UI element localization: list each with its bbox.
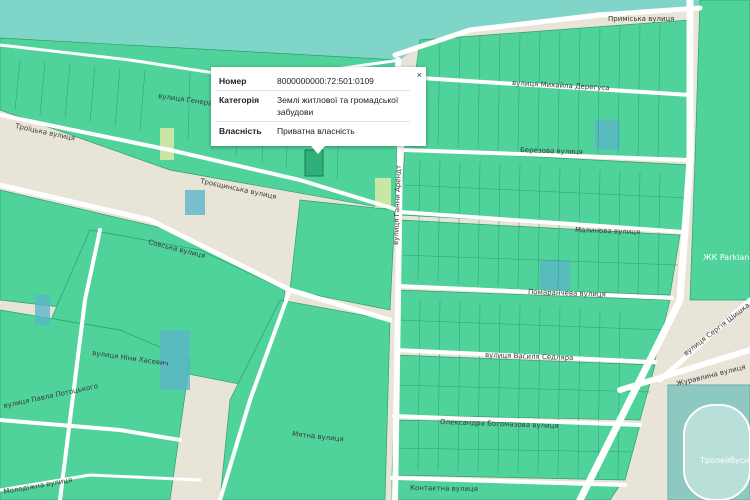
trolleybus-depot	[667, 384, 750, 500]
row-label: Номер	[219, 76, 247, 86]
parcel-info-table: Номер 8000000000:72:501:0109 Категорія З…	[215, 72, 410, 140]
row-value: Приватна власність	[273, 121, 410, 140]
poi-label: Тролейбусне депо №...	[699, 456, 750, 465]
table-row: Категорія Землі житлової та громадської …	[215, 90, 410, 122]
street-label: Приміська вулиця	[608, 15, 674, 23]
row-value: Землі житлової та громадської забудови	[273, 90, 410, 122]
table-row: Номер 8000000000:72:501:0109	[215, 72, 410, 91]
row-label: Власність	[215, 121, 273, 140]
street-label: Контактна вулиця	[410, 484, 478, 493]
parcel-info-popup: × Номер 8000000000:72:501:0109 Категорія…	[211, 67, 426, 154]
table-row: Власність Приватна власність	[215, 121, 410, 140]
row-value: 8000000000:72:501:0109	[277, 76, 374, 86]
close-icon[interactable]: ×	[417, 70, 422, 80]
row-label: Категорія	[215, 90, 273, 122]
poi-label: ЖК Parkland Малинова, 38	[703, 253, 750, 262]
